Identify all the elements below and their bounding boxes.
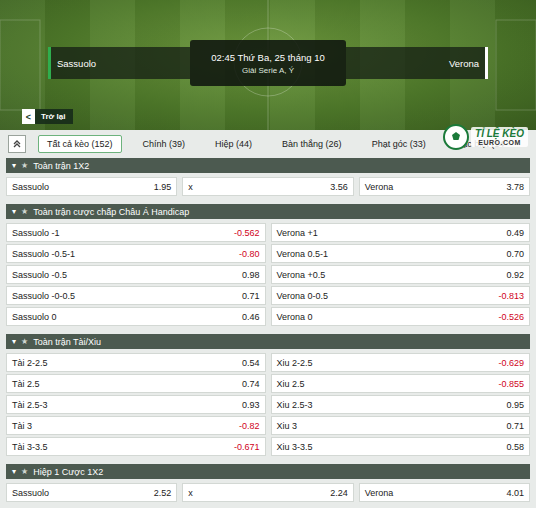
odds-row: Sassuolo 00.46 Verona 0-0.526 xyxy=(6,307,530,326)
star-icon[interactable]: ★ xyxy=(21,337,28,346)
market-header[interactable]: ▾★Hiệp 1 Cược 1X2 xyxy=(6,464,530,479)
odds-cell[interactable]: Xiu 3-3.50.58 xyxy=(271,437,531,456)
odds-cell[interactable]: Tài 2-2.50.54 xyxy=(6,353,266,372)
star-icon[interactable]: ★ xyxy=(21,467,28,476)
match-time: 02:45 Thứ Ba, 25 tháng 10 xyxy=(211,52,324,63)
market-header[interactable]: ▾★Toàn trận 1X2 xyxy=(6,158,530,173)
odds-cell[interactable]: Sassuolo1.95 xyxy=(6,177,177,196)
odds-row: Tài 3-0.82 Xiu 30.71 xyxy=(6,416,530,435)
odds-cell[interactable]: Verona4.01 xyxy=(359,483,530,502)
match-odds-page: Sassuolo 02:45 Thứ Ba, 25 tháng 10 Giải Se… xyxy=(0,0,536,508)
match-header: Sassuolo 02:45 Thứ Ba, 25 tháng 10 Giải Se… xyxy=(0,0,536,130)
odds-cell[interactable]: Sassuolo 00.46 xyxy=(6,307,266,326)
odds-cell[interactable]: Verona +10.49 xyxy=(271,223,531,242)
odds-cell[interactable]: Verona 0.5-10.70 xyxy=(271,244,531,263)
away-team: Verona xyxy=(346,47,488,79)
odds-cell[interactable]: Tài 3-3.5-0.671 xyxy=(6,437,266,456)
tab[interactable]: Bàn thắng (26) xyxy=(273,135,351,153)
tabs-bar: Tất cả kèo (152) Chính (39) Hiệp (44) Bàn t… xyxy=(0,130,536,156)
tab[interactable]: Hiệp (44) xyxy=(206,135,261,153)
odds-cell[interactable]: x3.56 xyxy=(182,177,353,196)
odds-row: Tài 2-2.50.54 Xiu 2-2.5-0.629 xyxy=(6,353,530,372)
odds-row: Tài 2.5-30.93 Xiu 2.5-30.95 xyxy=(6,395,530,414)
collapse-button[interactable] xyxy=(8,135,26,153)
odds-cell[interactable]: Xiu 2.5-30.95 xyxy=(271,395,531,414)
match-bar: Sassuolo 02:45 Thứ Ba, 25 tháng 10 Giải Se… xyxy=(48,40,488,86)
odds-cell[interactable]: Sassuolo -0.50.98 xyxy=(6,265,266,284)
logo-text: TỈ LỆ KÈOEURO.COM xyxy=(471,127,528,147)
tab[interactable]: Chính (39) xyxy=(134,135,195,153)
odds-cell[interactable]: Xiu 2.5-0.855 xyxy=(271,374,531,393)
odds-cell[interactable]: Sassuolo -0-0.50.71 xyxy=(6,286,266,305)
match-league: Giải Serie A, Ý xyxy=(242,66,294,75)
toggle-icon: ▾ xyxy=(12,467,16,476)
home-team: Sassuolo xyxy=(48,47,190,79)
market-rows: Sassuolo1.95 x3.56 Verona3.78 xyxy=(6,177,530,196)
tab[interactable]: Tất cả kèo (152) xyxy=(38,135,122,153)
odds-row: Sassuolo -1-0.562 Verona +10.49 xyxy=(6,223,530,242)
back-button[interactable]: <Trở lại xyxy=(22,109,73,124)
tab[interactable]: Đặc biệt (14 xyxy=(447,135,514,153)
odds-row: Sassuolo2.52 x2.24 Verona4.01 xyxy=(6,483,530,502)
collapse-icon xyxy=(12,139,22,149)
market-section: ▾★Toàn trận cược chấp Châu Á HandicapSas… xyxy=(6,204,530,326)
toggle-icon: ▾ xyxy=(12,337,16,346)
odds-cell[interactable]: Verona3.78 xyxy=(359,177,530,196)
market-header[interactable]: ▾★Toàn trận Tài/Xiu xyxy=(6,334,530,349)
star-icon[interactable]: ★ xyxy=(21,207,28,216)
odds-row: Tài 3-3.5-0.671 Xiu 3-3.50.58 xyxy=(6,437,530,456)
match-info: 02:45 Thứ Ba, 25 tháng 10 Giải Serie A, Ý xyxy=(190,40,346,86)
toggle-icon: ▾ xyxy=(12,207,16,216)
market-rows: Sassuolo -1-0.562Verona +10.49Sassuolo -… xyxy=(6,223,530,326)
odds-cell[interactable]: Verona +0.50.92 xyxy=(271,265,531,284)
odds-cell[interactable]: Tài 2.50.74 xyxy=(6,374,266,393)
market-section: ▾★Hiệp 1 Cược 1X2Sassuolo2.52x2.24Verona… xyxy=(6,464,530,502)
star-icon[interactable]: ★ xyxy=(21,161,28,170)
market-rows: Tài 2-2.50.54 Xiu 2-2.5-0.629 Tài 2.50.74 X… xyxy=(6,353,530,456)
market-section: ▾★Toàn trận Tài/XiuTài 2-2.50.54Xiu 2-2.… xyxy=(6,334,530,456)
odds-cell[interactable]: Sassuolo -1-0.562 xyxy=(6,223,266,242)
odds-row: Sassuolo -0.5-1-0.80 Verona 0.5-10.70 xyxy=(6,244,530,263)
market-rows: Sassuolo2.52 x2.24 Verona4.01 xyxy=(6,483,530,502)
market-section: ▾★Toàn trận 1X2Sassuolo1.95x3.56Verona3.… xyxy=(6,158,530,196)
odds-cell[interactable]: Sassuolo2.52 xyxy=(6,483,177,502)
odds-cell[interactable]: Xiu 30.71 xyxy=(271,416,531,435)
odds-cell[interactable]: Sassuolo -0.5-1-0.80 xyxy=(6,244,266,263)
odds-cell[interactable]: Tài 3-0.82 xyxy=(6,416,266,435)
market-header[interactable]: ▾★Toàn trận cược chấp Châu Á Handicap xyxy=(6,204,530,219)
ball-icon xyxy=(443,124,469,150)
odds-row: Tài 2.50.74 Xiu 2.5-0.855 xyxy=(6,374,530,393)
odds-row: Sassuolo -0-0.50.71 Verona 0-0.5-0.813 xyxy=(6,286,530,305)
odds-row: Sassuolo1.95 x3.56 Verona3.78 xyxy=(6,177,530,196)
back-icon: < xyxy=(22,109,35,124)
odds-cell[interactable]: x2.24 xyxy=(182,483,353,502)
odds-cell[interactable]: Xiu 2-2.5-0.629 xyxy=(271,353,531,372)
tab[interactable]: Phạt góc (33) xyxy=(363,135,435,153)
toggle-icon: ▾ xyxy=(12,161,16,170)
watermark-logo: TỈ LỆ KÈOEURO.COM xyxy=(443,124,528,150)
odds-cell[interactable]: Verona 0-0.526 xyxy=(271,307,531,326)
markets: ▾★Toàn trận 1X2Sassuolo1.95x3.56Verona3.… xyxy=(0,156,536,502)
odds-cell[interactable]: Verona 0-0.5-0.813 xyxy=(271,286,531,305)
odds-row: Sassuolo -0.50.98 Verona +0.50.92 xyxy=(6,265,530,284)
odds-cell[interactable]: Tài 2.5-30.93 xyxy=(6,395,266,414)
